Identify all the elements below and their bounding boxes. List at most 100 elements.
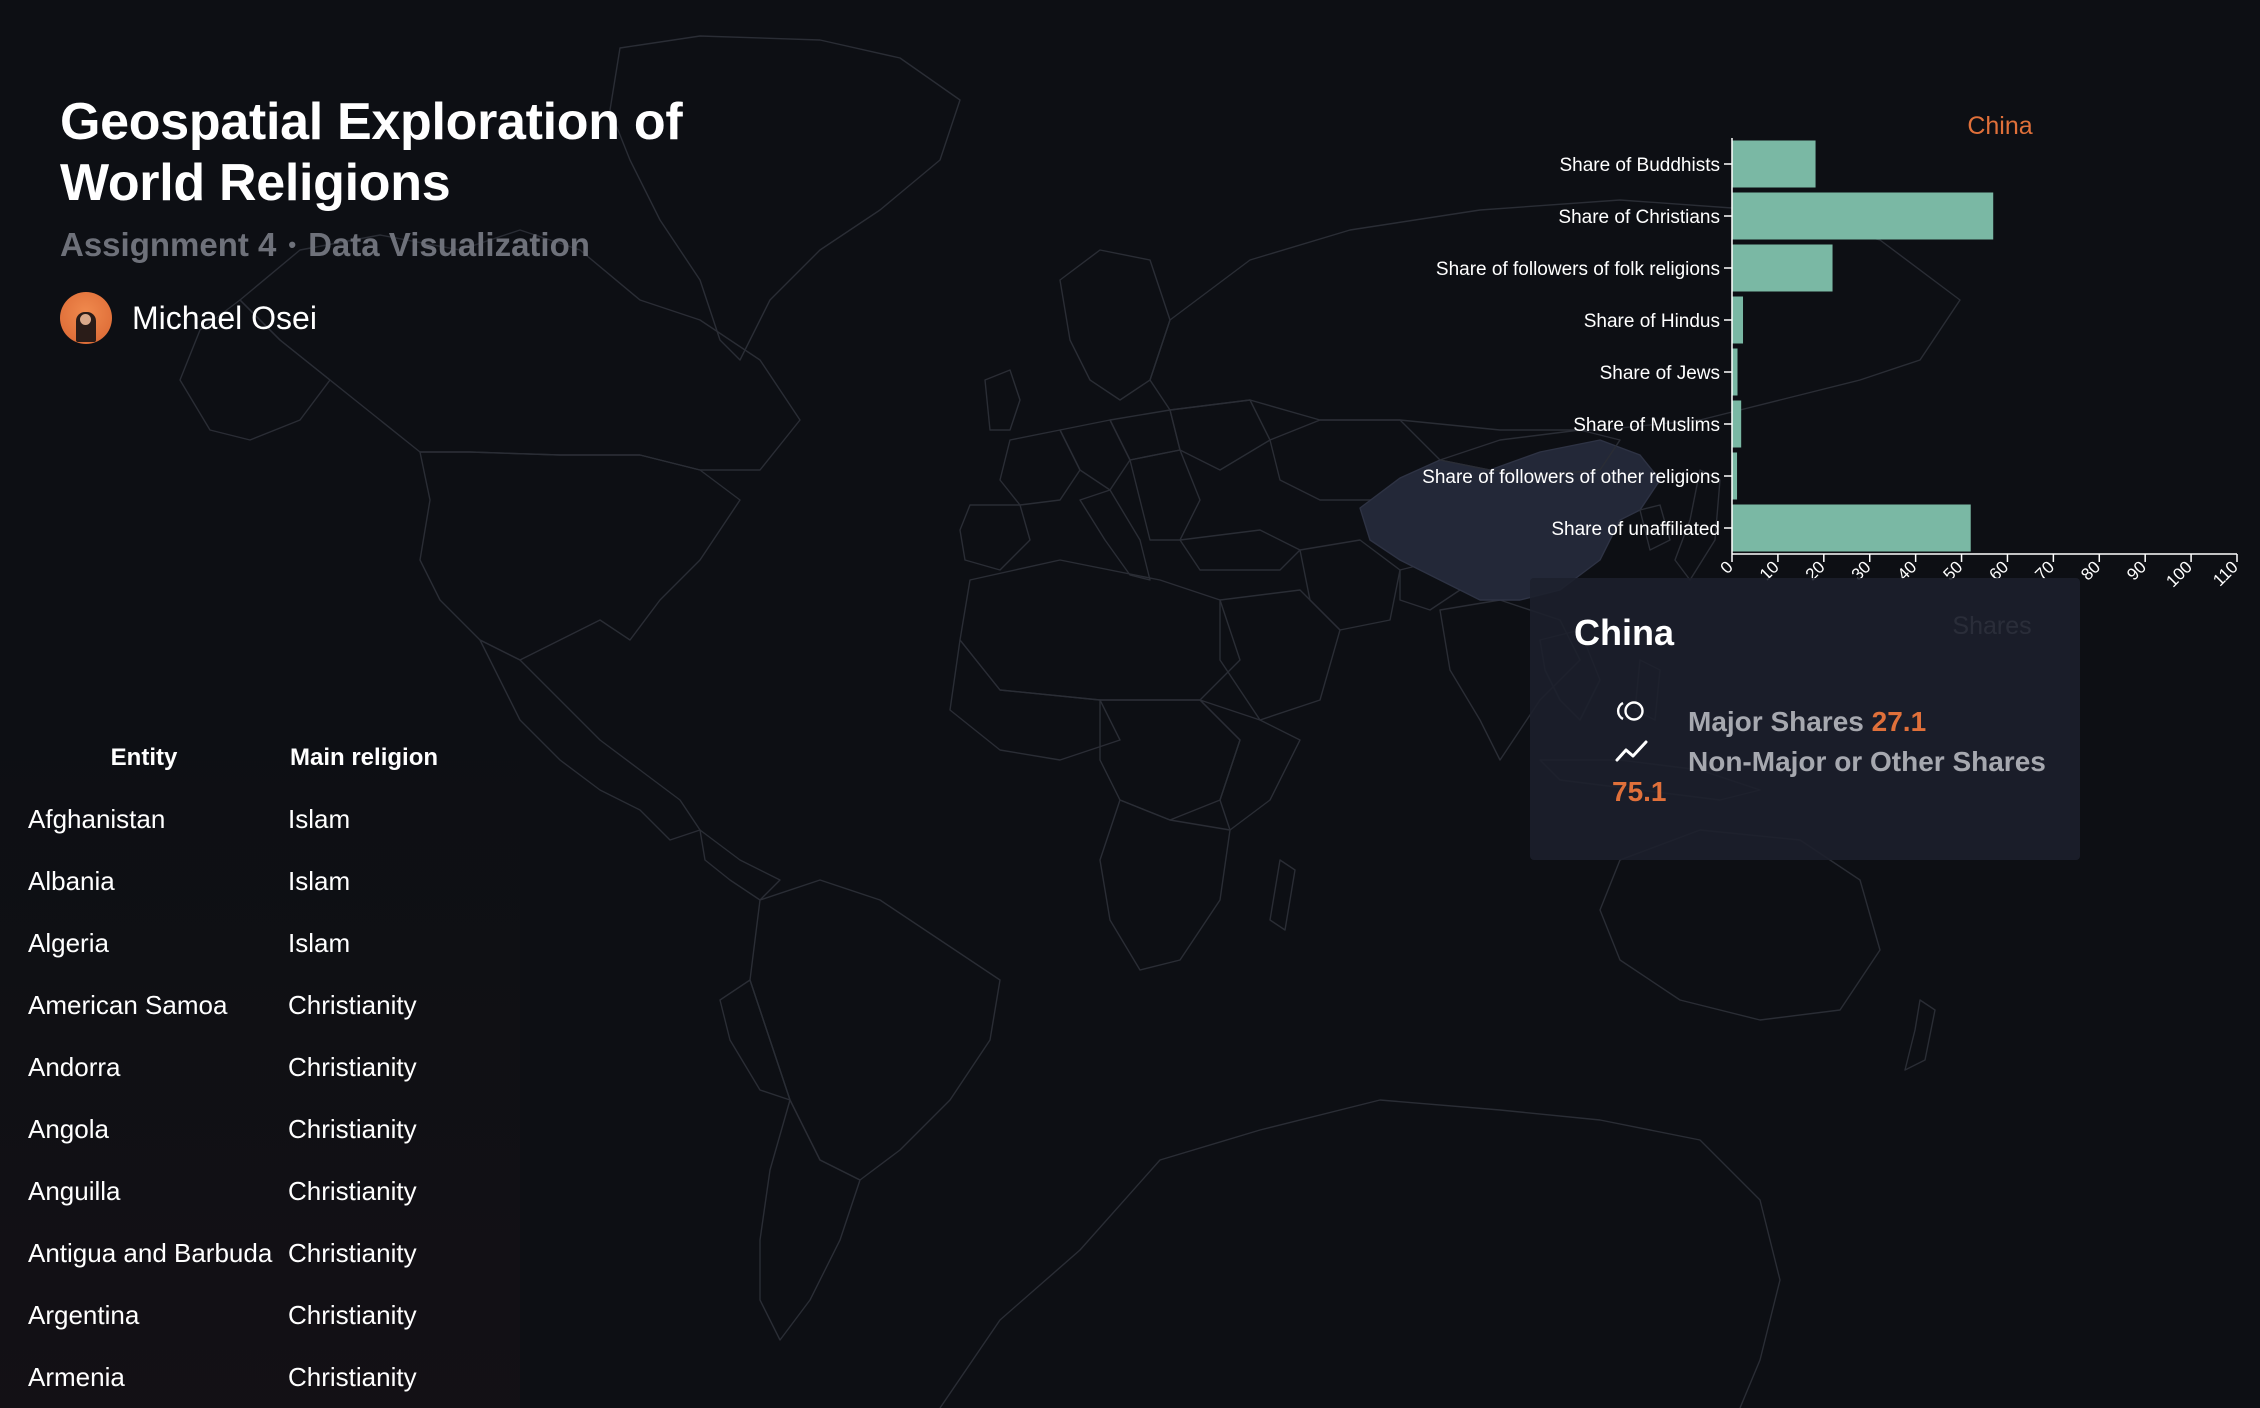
table-row[interactable]: Afghanistan Islam — [0, 788, 520, 850]
page-subtitle: Assignment 4 • Data Visualization — [60, 226, 700, 264]
x-tick-label-8: 80 — [2077, 557, 2104, 584]
author-name: Michael Osei — [132, 299, 317, 336]
tooltip-other-value: 75.1 — [1612, 776, 1667, 807]
y-tick-label-1: Share of Christians — [1558, 207, 1720, 228]
country-tooltip: China Major Shares 27.1 Non-Major or Oth… — [1530, 578, 2080, 860]
cell-entity: Antigua and Barbuda — [28, 1237, 273, 1268]
y-tick-label-5: Share of Muslims — [1573, 415, 1720, 436]
subtitle-course: Data Visualization — [308, 226, 590, 263]
x-tick-label-0: 0 — [1717, 557, 1737, 577]
bar-7 — [1732, 504, 1971, 552]
trend-line-icon — [1615, 740, 1648, 762]
cell-entity: Angola — [28, 1113, 109, 1144]
cell-main-religion: Christianity — [288, 1113, 417, 1144]
y-tick-label-2: Share of followers of folk religions — [1436, 259, 1720, 280]
table-row[interactable]: Algeria Islam — [0, 912, 520, 974]
bar-0 — [1732, 140, 1816, 188]
map-country-central-america[interactable] — [699, 829, 781, 901]
rings-icon — [1616, 701, 1644, 721]
map-country-new-zealand[interactable] — [1904, 999, 1936, 1071]
cell-main-religion: Christianity — [288, 1299, 417, 1330]
page-title-line1: Geospatial Exploration of — [60, 93, 683, 151]
subtitle-assignment: Assignment 4 — [60, 226, 277, 263]
map-country-antarctica[interactable] — [939, 1099, 1781, 1408]
bar-6 — [1732, 452, 1738, 500]
map-country-central-africa[interactable] — [1099, 699, 1241, 821]
chart-title: China — [1967, 112, 2032, 140]
map-country-scandinavia[interactable] — [1059, 249, 1171, 401]
tooltip-country: China — [1574, 612, 1675, 653]
cell-main-religion: Christianity — [288, 1175, 417, 1206]
table-row[interactable]: Antigua and Barbuda Christianity — [0, 1222, 520, 1284]
map-country-iberia[interactable] — [959, 504, 1031, 571]
cell-entity: Afghanistan — [28, 803, 166, 834]
cell-entity: Albania — [28, 865, 115, 896]
map-country-madagascar[interactable] — [1269, 859, 1296, 931]
map-country-turkey[interactable] — [1179, 529, 1301, 571]
table-row[interactable]: American Samoa Christianity — [0, 974, 520, 1036]
cell-entity: American Samoa — [28, 989, 228, 1020]
table-row[interactable]: Argentina Christianity — [0, 1284, 520, 1346]
page-title: Geospatial Exploration of World Religion… — [60, 92, 700, 214]
cell-main-religion: Christianity — [288, 1361, 417, 1392]
map-country-peru[interactable] — [719, 979, 791, 1101]
map-country-usa[interactable] — [419, 451, 741, 661]
bar-4 — [1732, 348, 1738, 396]
map-country-germany[interactable] — [1059, 419, 1131, 491]
map-country-brazil[interactable] — [749, 879, 1001, 1181]
tooltip-other-label: Non-Major or Other Shares — [1688, 746, 2046, 777]
map-country-balkans[interactable] — [1129, 449, 1201, 541]
cell-entity: Andorra — [28, 1051, 121, 1082]
map-country-southern-africa[interactable] — [1099, 799, 1231, 971]
avatar-face — [80, 314, 91, 325]
cell-entity: Argentina — [28, 1299, 140, 1330]
cell-entity: Algeria — [28, 927, 109, 958]
x-tick-label-9: 90 — [2123, 557, 2150, 584]
author-block: Michael Osei — [60, 292, 700, 344]
map-country-west-africa[interactable] — [949, 639, 1121, 761]
column-header-main-religion[interactable]: Main religion — [288, 744, 518, 772]
cell-main-religion: Islam — [288, 927, 351, 958]
map-country-east-africa[interactable] — [1199, 699, 1301, 831]
map-country-north-africa[interactable] — [959, 559, 1241, 701]
y-tick-label-6: Share of followers of other religions — [1422, 467, 1720, 488]
cell-entity: Anguilla — [28, 1175, 121, 1206]
table-row[interactable]: Albania Islam — [0, 850, 520, 912]
y-tick-label-4: Share of Jews — [1600, 363, 1720, 384]
religion-share-bar-chart: China Share of Buddhists Share of Christia… — [1422, 112, 2242, 640]
map-country-ukraine[interactable] — [1169, 399, 1271, 471]
column-header-entity[interactable]: Entity — [0, 744, 288, 772]
bar-5 — [1732, 400, 1742, 448]
bar-1 — [1732, 192, 1994, 240]
x-tick-label-11: 110 — [2209, 557, 2242, 590]
y-tick-label-7: Share of unaffiliated — [1551, 519, 1720, 540]
table-header: Entity Main religion — [0, 728, 520, 788]
map-country-france[interactable] — [999, 429, 1081, 506]
cell-main-religion: Islam — [288, 865, 351, 896]
tooltip-major-value: 27.1 — [1871, 706, 1927, 737]
cell-main-religion: Islam — [288, 803, 351, 834]
tooltip-major-line: Major Shares 27.1 — [1688, 706, 1926, 738]
table-row[interactable]: Armenia Christianity — [0, 1346, 520, 1408]
cell-main-religion: Christianity — [288, 1237, 417, 1268]
map-country-argentina[interactable] — [759, 1099, 861, 1341]
table-row[interactable]: Angola Christianity — [0, 1098, 520, 1160]
table-row[interactable]: Anguilla Christianity — [0, 1160, 520, 1222]
header: Geospatial Exploration of World Religion… — [60, 92, 700, 344]
y-tick-label-0: Share of Buddhists — [1559, 155, 1720, 176]
app-root: Geospatial Exploration of World Religion… — [0, 0, 2260, 1408]
bar-2 — [1732, 244, 1833, 292]
avatar — [60, 292, 112, 344]
map-country-uk[interactable] — [984, 369, 1021, 431]
page-title-line2: World Religions — [60, 154, 451, 212]
cell-main-religion: Christianity — [288, 1051, 417, 1082]
cell-entity: Armenia — [28, 1361, 125, 1392]
tooltip-major-label: Major Shares — [1688, 706, 1864, 737]
y-tick-label-3: Share of Hindus — [1584, 311, 1720, 332]
cell-main-religion: Christianity — [288, 989, 417, 1020]
subtitle-separator: • — [288, 232, 297, 257]
bar-3 — [1732, 296, 1744, 344]
x-tick-label-10: 100 — [2162, 557, 2195, 590]
table-row[interactable]: Andorra Christianity — [0, 1036, 520, 1098]
religion-table[interactable]: Entity Main religion Afghanistan Islam A… — [0, 728, 520, 1408]
